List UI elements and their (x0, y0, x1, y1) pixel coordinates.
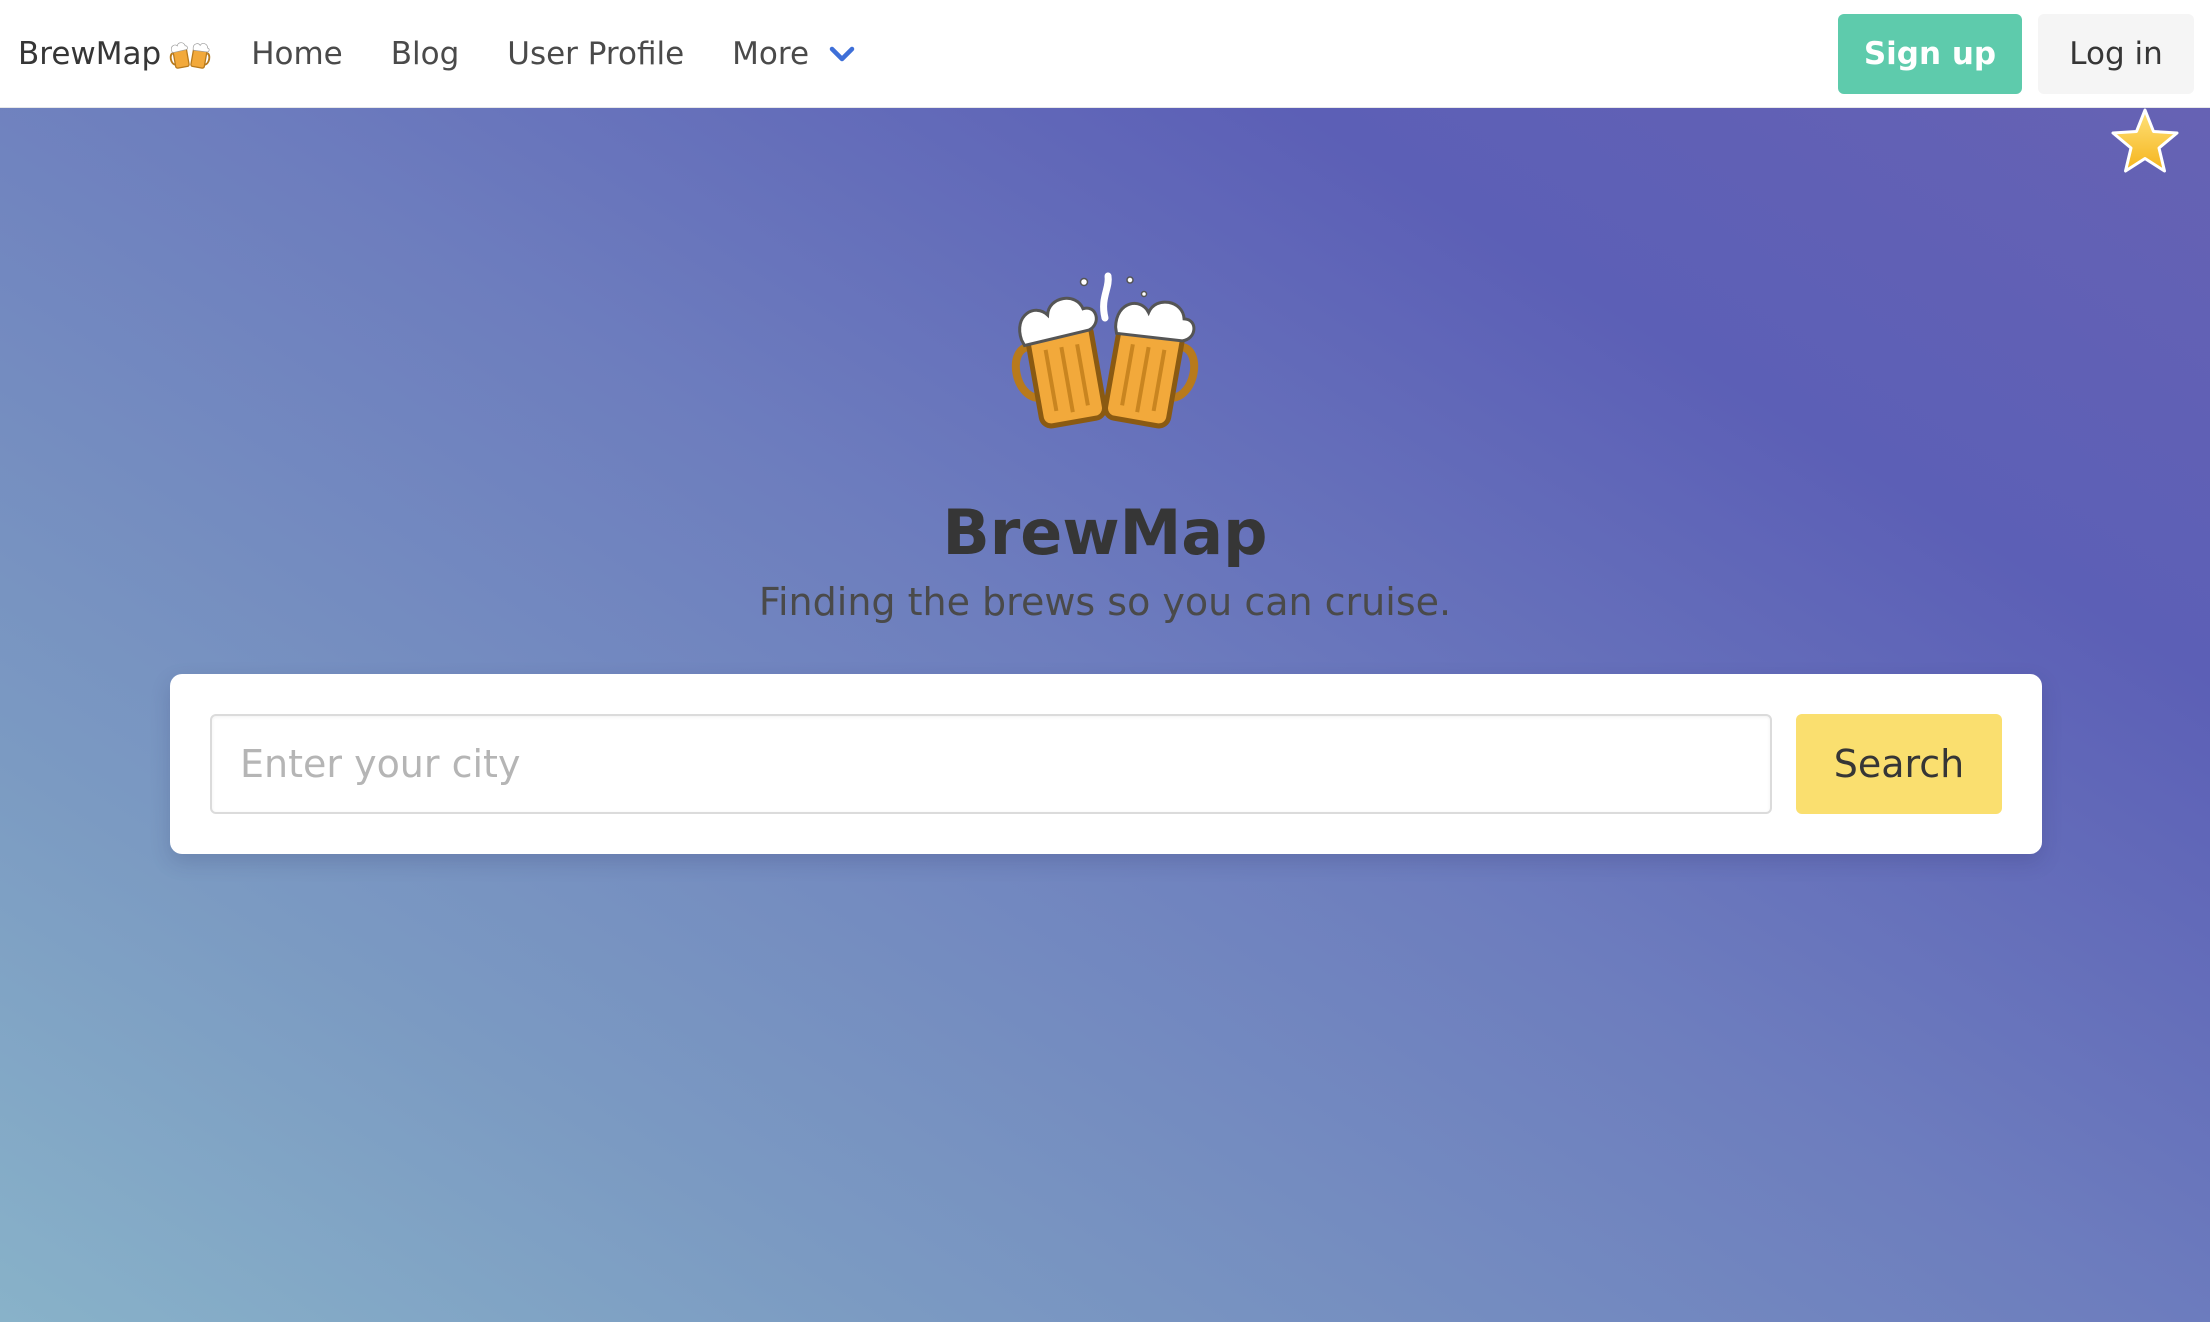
chevron-down-icon (829, 45, 855, 63)
clinking-beer-mugs-icon (1010, 268, 1200, 442)
nav-actions: Sign up Log in (1838, 13, 2194, 94)
hero-subtitle: Finding the brews so you can cruise. (758, 580, 1452, 624)
search-button[interactable]: Search (1796, 714, 2002, 814)
nav-user-profile[interactable]: User Profile (507, 0, 684, 108)
city-search-input[interactable] (210, 714, 1772, 814)
login-button[interactable]: Log in (2038, 13, 2194, 94)
nav-blog[interactable]: Blog (391, 0, 460, 108)
brand-link[interactable]: BrewMap (18, 0, 211, 108)
nav-more-dropdown[interactable]: More (732, 0, 855, 108)
clinking-beer-mugs-icon (169, 36, 211, 72)
brand-name: BrewMap (18, 35, 162, 72)
signup-button[interactable]: Sign up (1838, 13, 2022, 94)
nav-home[interactable]: Home (251, 0, 343, 108)
hero-section: BrewMap Finding the brews so you can cru… (0, 108, 2210, 1322)
nav-more-label: More (732, 35, 810, 72)
star-icon (2110, 108, 2180, 178)
search-box: Search (170, 674, 2042, 854)
hero-title: BrewMap (942, 496, 1268, 569)
top-navbar: BrewMap Home Blog User Profile More Sign… (0, 0, 2210, 108)
